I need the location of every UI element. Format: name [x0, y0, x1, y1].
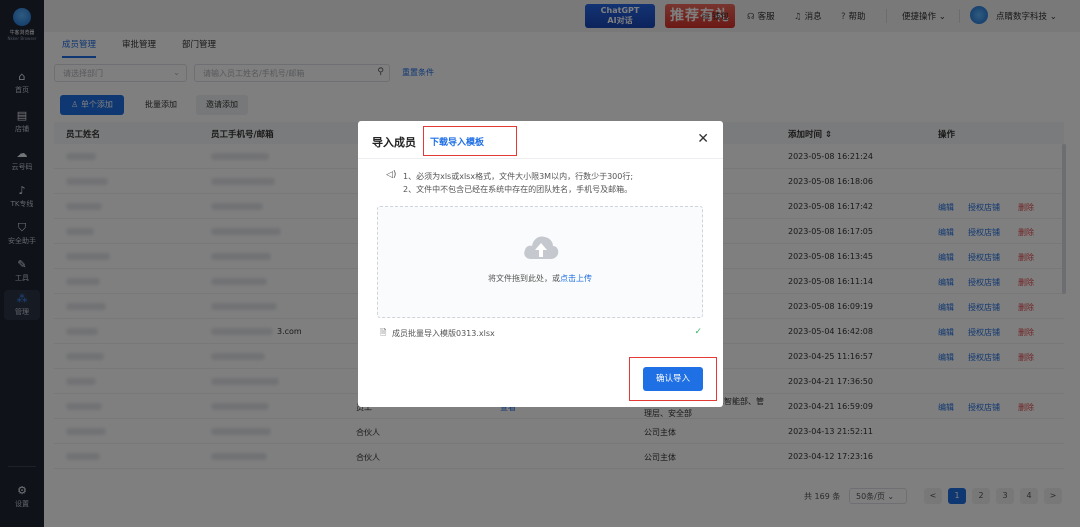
highlight-box	[423, 126, 517, 156]
dialog-title: 导入成员	[372, 136, 416, 149]
file-dropzone[interactable]: 将文件拖到此处，或点击上传	[377, 206, 703, 318]
uploaded-file-name: 成员批量导入模版0313.xlsx	[392, 329, 495, 338]
document-icon: 🗎	[380, 328, 387, 337]
cloud-upload-icon	[524, 236, 559, 259]
speaker-icon: ◁)	[386, 170, 397, 180]
uploaded-file-item[interactable]: 🗎 成员批量导入模版0313.xlsx ✓	[380, 327, 702, 341]
dropzone-hint: 将文件拖到此处，或	[488, 274, 560, 283]
import-rule-1: 1、必须为xls或xlsx格式，文件大小限3M以内，行数少于300行;	[403, 172, 634, 181]
check-circle-icon: ✓	[694, 327, 702, 337]
close-icon[interactable]: ✕	[697, 131, 709, 147]
dropzone-text: 将文件拖到此处，或点击上传	[378, 273, 702, 284]
confirm-import-button[interactable]: 确认导入	[643, 367, 703, 391]
click-upload-link[interactable]: 点击上传	[560, 274, 592, 283]
import-rule-2: 2、文件中不包含已经在系统中存在的团队姓名，手机号及邮箱。	[403, 185, 633, 194]
dialog-divider	[358, 158, 723, 159]
import-members-dialog: 导入成员 下载导入模板 ✕ ◁) 1、必须为xls或xlsx格式，文件大小限3M…	[358, 121, 723, 407]
